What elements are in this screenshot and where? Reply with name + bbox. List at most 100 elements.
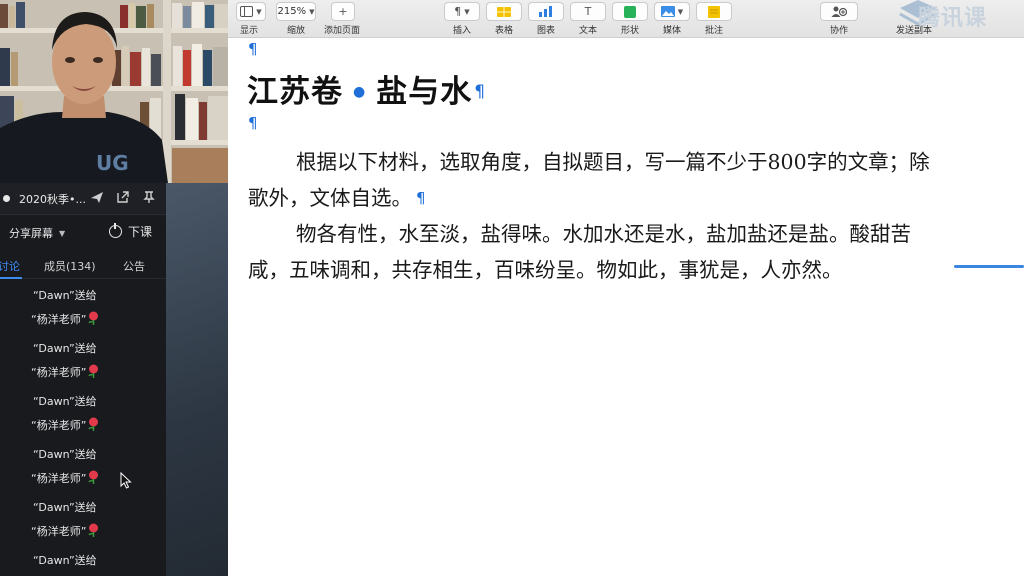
list-item: “Dawn”送给 xyxy=(0,546,166,576)
paragraph-line[interactable]: 咸，五味调和，共存相生，百味纷呈。物如此，事犹是，人亦然。 xyxy=(248,252,843,289)
tab-announcement[interactable]: 公告 xyxy=(123,258,145,274)
add-page-button[interactable]: + 添加页面 xyxy=(323,2,361,36)
collaborate-button[interactable]: 协作 xyxy=(820,2,858,36)
zoom-value: 215% xyxy=(277,6,307,17)
table-button[interactable]: 表格 xyxy=(486,2,522,36)
editor-toolbar: ▼ 显示 215% ▼ 缩放 + 添加页面 ¶ ▼ 插入 表格 图表 T 文本 … xyxy=(228,0,1024,38)
message-line: “Dawn”送给 xyxy=(33,448,97,461)
end-class-button[interactable]: 下课 xyxy=(108,223,152,240)
paragraph-mark-icon: ¶ xyxy=(248,40,258,58)
chevron-down-icon: ▼ xyxy=(309,7,315,16)
pilcrow-icon: ¶ xyxy=(454,5,462,18)
image-icon xyxy=(660,6,675,17)
comment-button[interactable]: 批注 xyxy=(696,2,732,36)
message-line: “杨洋老师” xyxy=(31,470,100,486)
tab-members[interactable]: 成员(134) xyxy=(44,258,96,274)
rose-icon xyxy=(88,311,99,325)
table-label: 表格 xyxy=(494,26,513,36)
add-page-label: 添加页面 xyxy=(323,26,360,36)
list-item: “Dawn”送给 “杨洋老师” xyxy=(0,387,166,440)
classroom-header: 2020秋季•... xyxy=(0,183,166,215)
share-screen-label: 分享屏幕 xyxy=(9,227,53,240)
background-strip xyxy=(166,183,228,576)
media-box: ▼ xyxy=(654,2,690,21)
chevron-down-icon: ▼ xyxy=(677,7,684,16)
document-title[interactable]: 江苏卷 ● 盐与水 ¶ xyxy=(247,66,486,111)
text-icon: T xyxy=(584,5,592,18)
message-line: “Dawn”送给 xyxy=(33,395,97,408)
send-copy-button[interactable]: 发送副本 xyxy=(896,23,932,36)
collaborate-icon xyxy=(831,6,847,17)
mouse-cursor-icon xyxy=(120,472,132,489)
message-line: “杨洋老师” xyxy=(31,417,100,433)
list-item: “Dawn”送给 “杨洋老师” xyxy=(0,493,166,546)
chat-message-list[interactable]: “Dawn”送给 “杨洋老师” “Dawn”送给 “杨洋老师” “Dawn”送给… xyxy=(0,281,166,576)
add-page-box: + xyxy=(331,2,355,21)
message-line: “Dawn”送给 xyxy=(33,289,97,302)
chart-label: 图表 xyxy=(536,26,555,36)
presenter-figure: UG xyxy=(0,12,168,183)
title-separator-dot: ● xyxy=(353,84,367,100)
tab-discussion[interactable]: 讨论 xyxy=(0,258,20,274)
view-label: 显示 xyxy=(239,26,258,36)
svg-text:UG: UG xyxy=(96,151,129,175)
shape-label: 形状 xyxy=(620,26,639,36)
list-item: “Dawn”送给 “杨洋老师” xyxy=(0,334,166,387)
chart-button[interactable]: 图表 xyxy=(528,2,564,36)
title-part-right: 盐与水 xyxy=(376,74,473,110)
chevron-down-icon: ▼ xyxy=(256,7,262,16)
table-box xyxy=(486,2,522,21)
classroom-panel: 2020秋季•... 分享屏幕 ▼ 下课 讨论 成员(134) 公告 “Dawn… xyxy=(0,183,228,576)
class-title: 2020秋季•... xyxy=(19,192,86,206)
message-line: “Dawn”送给 xyxy=(33,554,97,567)
title-part-left: 江苏卷 xyxy=(247,74,343,110)
media-label: 媒体 xyxy=(662,26,681,36)
comment-icon xyxy=(708,5,720,18)
paragraph-line[interactable]: 歌外，文体自选。 ¶ xyxy=(248,180,426,217)
message-line: “Dawn”送给 xyxy=(33,342,97,355)
message-line: “杨洋老师” xyxy=(31,311,100,327)
collaborate-box xyxy=(820,2,858,21)
airplane-icon[interactable] xyxy=(84,190,110,208)
popout-icon[interactable] xyxy=(110,190,136,208)
pin-icon[interactable] xyxy=(136,190,162,208)
shape-icon xyxy=(624,5,636,18)
list-item: “Dawn”送给 “杨洋老师” xyxy=(0,281,166,334)
paragraph-line[interactable]: 物各有性，水至淡，盐得味。水加水还是水，盐加盐还是盐。酸甜苦 xyxy=(296,216,911,253)
text-box: T xyxy=(570,2,606,21)
rose-icon xyxy=(88,470,99,484)
comment-marker-line[interactable] xyxy=(954,265,1024,268)
media-button[interactable]: ▼ 媒体 xyxy=(654,2,690,36)
sidebar-view-icon xyxy=(240,6,254,17)
webcam-video: UG xyxy=(0,0,228,183)
document-page[interactable]: ¶ 江苏卷 ● 盐与水 ¶ ¶ 根据以下材料，选取角度，自拟题目，写一篇不少于800字… xyxy=(228,38,1024,576)
rose-icon xyxy=(88,523,99,537)
rose-icon xyxy=(88,364,99,378)
zoom-select[interactable]: 215% ▼ xyxy=(276,2,316,21)
paragraph-mark-icon: ¶ xyxy=(416,189,426,207)
chevron-down-icon: ▼ xyxy=(464,7,470,16)
zoom-control[interactable]: 215% ▼ 缩放 xyxy=(276,2,316,36)
chart-box xyxy=(528,2,564,21)
view-button[interactable]: ▼ 显示 xyxy=(236,2,266,36)
shape-button[interactable]: 形状 xyxy=(612,2,648,36)
message-line: “杨洋老师” xyxy=(31,364,100,380)
document-editor: ▼ 显示 215% ▼ 缩放 + 添加页面 ¶ ▼ 插入 表格 图表 T 文本 … xyxy=(228,0,1024,576)
share-screen-button[interactable]: 分享屏幕 ▼ xyxy=(9,225,65,241)
insert-label: 插入 xyxy=(452,26,471,36)
text-button[interactable]: T 文本 xyxy=(570,2,606,36)
rose-icon xyxy=(88,417,99,431)
end-class-label: 下课 xyxy=(127,225,152,239)
insert-button[interactable]: ¶ ▼ 插入 xyxy=(444,2,480,36)
power-icon xyxy=(108,223,122,238)
insert-box: ¶ ▼ xyxy=(444,2,480,21)
paragraph-line[interactable]: 根据以下材料，选取角度，自拟题目，写一篇不少于800字的文章；除 xyxy=(296,144,930,181)
comment-box xyxy=(696,2,732,21)
view-button-box: ▼ xyxy=(236,2,266,21)
paragraph-mark-icon: ¶ xyxy=(474,82,487,102)
shape-box xyxy=(612,2,648,21)
comment-label: 批注 xyxy=(704,26,723,36)
classroom-controls: 分享屏幕 ▼ 下课 xyxy=(0,215,166,251)
list-item: “Dawn”送给 “杨洋老师” xyxy=(0,440,166,493)
active-tab-indicator xyxy=(0,277,22,279)
